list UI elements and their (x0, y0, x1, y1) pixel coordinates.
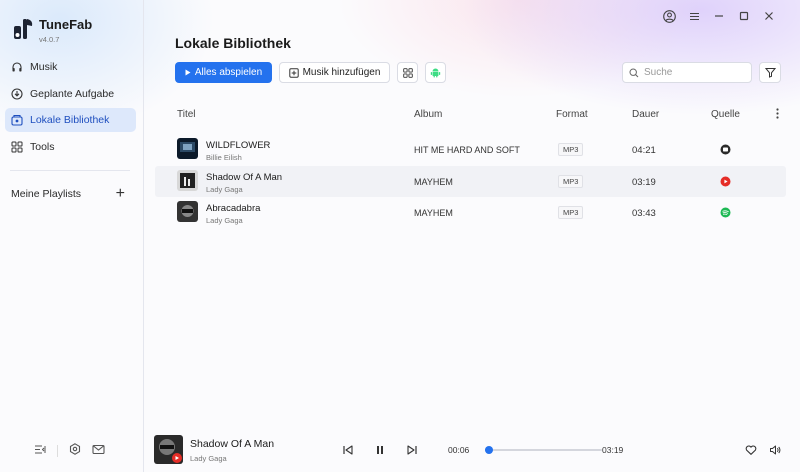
sidebar-item-geplante-aufgabe[interactable]: Geplante Aufgabe (5, 82, 136, 106)
play-all-button[interactable]: Alles abspielen (175, 62, 272, 83)
track-artist: Billie Eilish (206, 153, 242, 162)
mail-icon[interactable] (92, 444, 105, 458)
total-time: 03:19 (602, 445, 624, 455)
sidebar-item-label: Geplante Aufgabe (30, 87, 115, 100)
settings-icon[interactable] (69, 443, 81, 458)
add-box-icon (288, 67, 299, 78)
sidebar-divider (10, 170, 130, 171)
progress-bar[interactable] (484, 446, 602, 454)
track-title: Abracadabra (206, 203, 261, 214)
close-icon[interactable] (762, 9, 776, 23)
library-toolbar: Alles abspielen Musik hinzufügen (175, 62, 446, 83)
headphones-icon (11, 61, 23, 73)
tunefab-logo (14, 19, 33, 39)
album-cover (177, 201, 198, 222)
collapse-sidebar-icon[interactable] (34, 444, 46, 458)
track-list: WILDFLOWER Billie Eilish HIT ME HARD AND… (155, 134, 786, 229)
apple-music-icon (720, 144, 731, 155)
track-duration: 03:43 (632, 208, 656, 219)
player-bar: Shadow Of A Man Lady Gaga 00:06 03:19 (144, 428, 800, 472)
track-duration: 03:19 (632, 176, 656, 188)
sidebar-item-label: Musik (30, 61, 58, 73)
app-version: v4.0.7 (39, 35, 60, 44)
android-transfer-button[interactable] (425, 62, 446, 83)
footer-divider (57, 444, 58, 457)
column-options-icon[interactable] (776, 108, 779, 122)
heart-icon[interactable] (745, 444, 757, 456)
brand: TuneFab v4.0.7 (12, 17, 92, 44)
track-artist: Lady Gaga (206, 184, 243, 194)
filter-icon (764, 68, 776, 78)
spotify-icon (720, 207, 731, 218)
grid-icon (11, 141, 23, 153)
next-track-icon[interactable] (406, 444, 418, 456)
album-cover (177, 138, 198, 159)
play-all-label: Alles abspielen (194, 67, 263, 78)
sidebar-item-tools[interactable]: Tools (5, 135, 136, 159)
youtube-music-icon (720, 176, 731, 187)
format-badge: MP3 (558, 206, 584, 219)
table-header: Titel Album Format Dauer Quelle (155, 104, 786, 126)
track-duration: 04:21 (632, 145, 656, 156)
current-time: 00:06 (448, 445, 470, 455)
playlists-header: Meine Playlists + (11, 186, 125, 202)
column-title[interactable]: Titel (177, 109, 196, 120)
maximize-icon[interactable] (737, 9, 751, 23)
volume-icon[interactable] (769, 444, 781, 456)
format-badge: MP3 (558, 174, 584, 188)
app-name: TuneFab (39, 17, 93, 32)
menu-icon[interactable] (687, 9, 701, 23)
sidebar-footer (34, 443, 105, 458)
playlists-label: Meine Playlists (11, 188, 82, 200)
library-icon (11, 114, 23, 126)
account-icon[interactable] (662, 9, 676, 23)
pause-icon[interactable] (374, 444, 386, 456)
add-music-button[interactable]: Musik hinzufügen (279, 62, 390, 83)
track-title: Shadow Of A Man (206, 171, 283, 183)
table-row[interactable]: Shadow Of A Man Lady Gaga MAYHEM MP3 03:… (155, 165, 786, 197)
sidebar-nav: Musik Geplante Aufgabe Lokale Bibliothek… (5, 55, 136, 161)
grid-view-icon (402, 67, 413, 78)
filter-button[interactable] (759, 62, 781, 83)
track-title: WILDFLOWER (206, 140, 271, 151)
now-playing-artist: Lady Gaga (190, 454, 227, 463)
column-duration[interactable]: Dauer (632, 109, 659, 120)
app-window: TuneFab v4.0.7 Musik Geplante Aufgabe Lo… (0, 0, 800, 472)
table-row[interactable]: Abracadabra Lady Gaga MAYHEM MP3 03:43 (155, 197, 786, 229)
track-album: MAYHEM (414, 176, 453, 187)
sidebar-item-label: Tools (30, 140, 55, 153)
add-music-label: Musik hinzufügen (302, 67, 381, 78)
column-album[interactable]: Album (414, 109, 442, 120)
sidebar-item-musik[interactable]: Musik (5, 55, 136, 79)
minimize-icon[interactable] (712, 9, 726, 23)
now-playing-title: Shadow Of A Man (190, 438, 275, 450)
android-icon (430, 68, 441, 78)
search-input[interactable] (644, 67, 744, 78)
search-box (622, 62, 752, 83)
grid-view-button[interactable] (397, 62, 418, 83)
progress-handle[interactable] (484, 446, 493, 454)
sidebar-item-lokale-bibliothek[interactable]: Lokale Bibliothek (5, 108, 136, 132)
play-icon (185, 69, 191, 76)
page-title: Lokale Bibliothek (175, 35, 291, 51)
format-badge: MP3 (558, 143, 584, 156)
track-album: MAYHEM (414, 208, 453, 218)
clock-download-icon (11, 87, 23, 100)
track-artist: Lady Gaga (206, 216, 243, 225)
now-playing-cover (154, 435, 183, 464)
table-row[interactable]: WILDFLOWER Billie Eilish HIT ME HARD AND… (155, 134, 786, 166)
search-icon (629, 67, 639, 77)
sidebar: TuneFab v4.0.7 Musik Geplante Aufgabe Lo… (0, 0, 144, 472)
add-playlist-button[interactable]: + (116, 186, 125, 202)
track-album: HIT ME HARD AND SOFT (414, 145, 520, 155)
previous-track-icon[interactable] (342, 444, 354, 456)
column-format[interactable]: Format (556, 109, 588, 120)
column-source[interactable]: Quelle (711, 109, 740, 120)
album-cover (177, 169, 198, 191)
sidebar-item-label: Lokale Bibliothek (30, 114, 110, 126)
window-controls (662, 9, 776, 23)
